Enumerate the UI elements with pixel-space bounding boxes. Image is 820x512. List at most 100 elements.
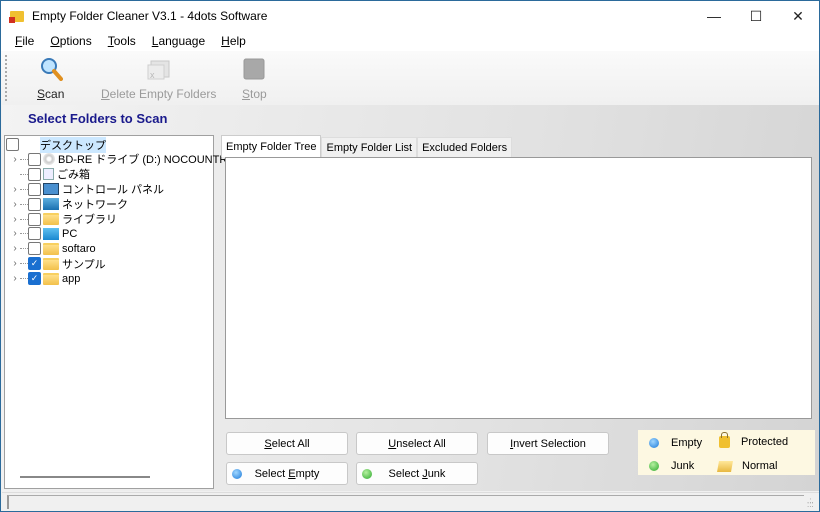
bin-icon: [43, 168, 54, 181]
tree-item-label: ネットワーク: [62, 199, 128, 212]
tree-connector: [20, 203, 28, 205]
folder-icon: [43, 257, 59, 270]
tab-excluded-folders[interactable]: Excluded Folders: [417, 137, 513, 157]
tab-empty-folder-tree[interactable]: Empty Folder Tree: [221, 135, 322, 157]
tree-checkbox[interactable]: [28, 212, 41, 226]
invert-selection-button[interactable]: Invert Selection: [487, 432, 609, 455]
tree-checkbox[interactable]: [28, 152, 41, 166]
junk-dot-icon: [362, 469, 372, 479]
empty-dot-icon: [232, 469, 242, 479]
tree-item[interactable]: › BD-RE ドライブ (D:) NOCOUNTRY: [10, 152, 234, 167]
tree-item[interactable]: デスクトップ: [6, 136, 106, 153]
tree-item[interactable]: › ライブラリ: [10, 212, 117, 227]
expand-chevron-icon[interactable]: ›: [10, 184, 20, 195]
app-folder-icon: [9, 9, 25, 23]
stop-icon: [243, 58, 265, 80]
tree-item-label: PC: [62, 227, 78, 240]
empty-dot-icon: [649, 438, 659, 448]
unselect-all-button[interactable]: Unselect All: [356, 432, 478, 455]
tree-connector: [20, 188, 28, 190]
menu-language[interactable]: Language: [144, 34, 213, 48]
net-icon: [43, 198, 59, 211]
legend-protected: Protected: [719, 432, 788, 448]
close-icon: ✕: [792, 7, 804, 24]
status-field: [7, 495, 804, 509]
status-bar: .:.:::: [2, 492, 819, 511]
desktop-icon: [21, 139, 37, 151]
legend-junk: Junk: [649, 460, 694, 472]
minimize-button[interactable]: —: [691, 1, 737, 31]
app-window: Empty Folder Cleaner V3.1 - 4dots Softwa…: [0, 0, 820, 512]
tree-item-label: BD-RE ドライブ (D:) NOCOUNTRY: [58, 154, 235, 167]
tree-checkbox[interactable]: [6, 138, 19, 151]
tree-connector: [20, 218, 28, 220]
tab-empty-folder-list[interactable]: Empty Folder List: [321, 137, 418, 157]
tree-item[interactable]: › ネットワーク: [10, 197, 128, 212]
tree-checkbox[interactable]: ✓: [28, 257, 41, 271]
tree-checkbox[interactable]: [28, 227, 41, 241]
disc-icon: [43, 153, 55, 166]
toolbar-grip[interactable]: [5, 55, 7, 101]
empty-folder-tree-panel[interactable]: [225, 157, 812, 419]
junk-dot-icon: [649, 461, 659, 471]
delete-folder-icon: x: [147, 60, 170, 80]
maximize-button[interactable]: ☐: [733, 1, 779, 31]
tree-connector: [20, 278, 28, 280]
select-all-button[interactable]: Select All: [226, 432, 348, 455]
expand-chevron-icon[interactable]: ›: [10, 258, 20, 269]
expand-chevron-icon[interactable]: ›: [10, 228, 20, 239]
resize-grip-icon[interactable]: .:.:::: [807, 497, 817, 509]
magnifier-icon: [40, 58, 63, 81]
tree-checkbox[interactable]: [28, 197, 41, 211]
tree-checkbox[interactable]: [28, 167, 41, 181]
tree-checkbox[interactable]: [28, 182, 41, 196]
expand-chevron-icon[interactable]: ›: [10, 199, 20, 210]
close-button[interactable]: ✕: [775, 1, 820, 31]
expand-chevron-icon[interactable]: ›: [10, 214, 20, 225]
tree-item-label: ごみ箱: [57, 169, 90, 182]
result-tabs: Empty Folder Tree Empty Folder List Excl…: [221, 135, 513, 157]
select-junk-button[interactable]: Select Junk: [356, 462, 478, 485]
menu-bar: File Options Tools Language Help: [1, 31, 819, 51]
tree-item[interactable]: › コントロール パネル: [10, 182, 164, 197]
horizontal-scrollbar[interactable]: [20, 476, 150, 478]
expand-chevron-icon[interactable]: ›: [10, 243, 20, 254]
tree-connector: [20, 173, 28, 175]
tree-item-label: app: [62, 272, 81, 285]
tree-item-label: デスクトップ: [40, 136, 106, 153]
menu-options[interactable]: Options: [42, 34, 99, 48]
legend-empty: Empty: [649, 437, 702, 449]
tree-item[interactable]: › ✓ サンプル: [10, 256, 106, 271]
menu-help[interactable]: Help: [213, 34, 254, 48]
expand-chevron-icon[interactable]: ›: [10, 273, 20, 284]
maximize-icon: ☐: [749, 7, 763, 24]
tree-connector: [20, 263, 28, 265]
tree-item[interactable]: › PC: [10, 226, 77, 241]
window-title: Empty Folder Cleaner V3.1 - 4dots Softwa…: [32, 9, 268, 23]
section-title: Select Folders to Scan: [28, 111, 168, 126]
tree-item-label: コントロール パネル: [62, 184, 165, 197]
tree-connector: [20, 248, 28, 250]
tree-item-label: ライブラリ: [62, 214, 117, 226]
tree-connector: [20, 233, 28, 235]
monitor-icon: [43, 227, 59, 240]
stop-button[interactable]: Stop: [242, 57, 267, 101]
menu-tools[interactable]: Tools: [100, 34, 144, 48]
menu-file[interactable]: File: [7, 34, 42, 48]
scan-button[interactable]: Scan: [37, 57, 64, 101]
title-bar: Empty Folder Cleaner V3.1 - 4dots Softwa…: [1, 1, 819, 31]
folder-tree[interactable]: デスクトップ › BD-RE ドライブ (D:) NOCOUNTRY ごみ箱 › コントロ…: [4, 135, 234, 489]
tree-item[interactable]: ごみ箱: [10, 167, 90, 182]
expand-chevron-icon[interactable]: ›: [10, 154, 20, 165]
tree-item[interactable]: › softaro: [10, 241, 96, 256]
tree-checkbox[interactable]: ✓: [28, 272, 41, 286]
folder-icon: [43, 213, 59, 225]
tree-item[interactable]: › ✓ app: [10, 271, 80, 286]
delete-empty-folders-button[interactable]: x Delete Empty Folders: [101, 57, 216, 101]
tree-checkbox[interactable]: [28, 242, 41, 256]
tree-item-label: サンプル: [62, 258, 106, 271]
folder-icon: [717, 460, 733, 472]
tree-connector: [20, 158, 28, 160]
select-empty-button[interactable]: Select Empty: [226, 462, 348, 485]
toolbar: Scan x Delete Empty Folders Stop: [1, 51, 819, 105]
